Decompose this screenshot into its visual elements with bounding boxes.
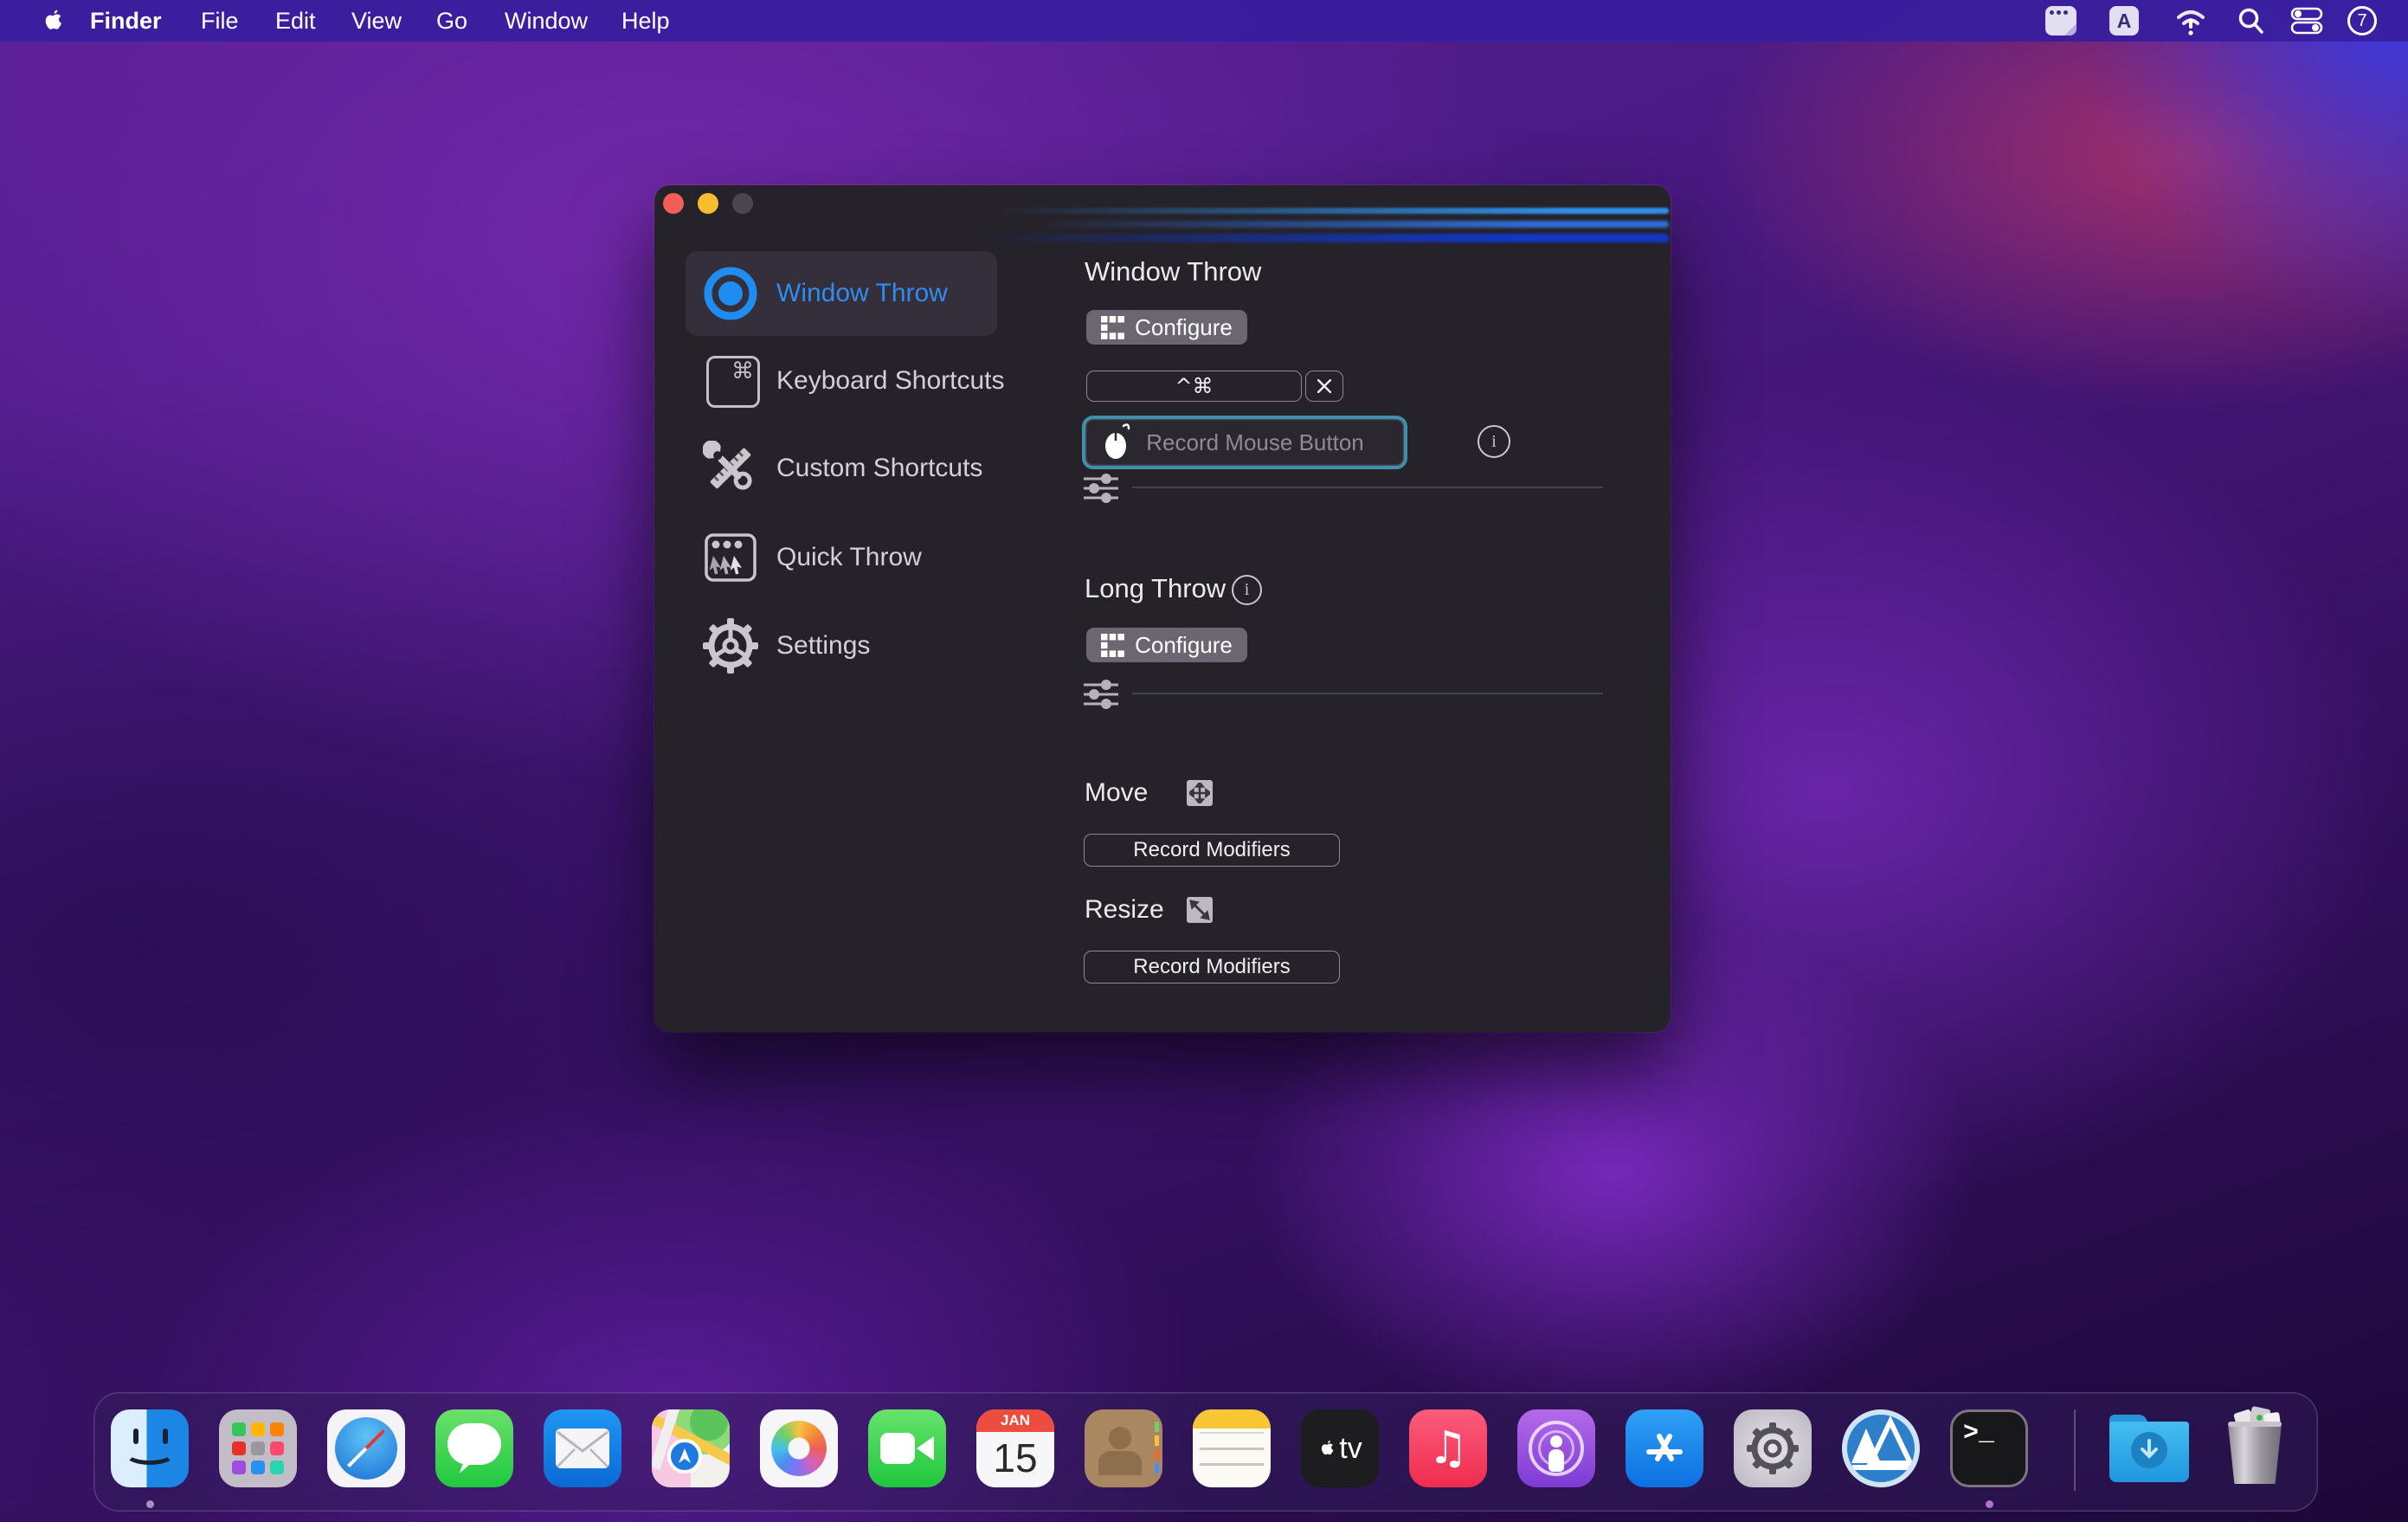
menubar-item-file[interactable]: File <box>201 0 239 42</box>
window-throw-icon <box>703 266 758 321</box>
menubar-item-window[interactable]: Window <box>505 0 588 42</box>
section-divider <box>1132 487 1603 488</box>
calendar-month: JAN <box>976 1409 1054 1432</box>
dock-system-preferences-icon[interactable] <box>1734 1409 1812 1487</box>
long-throw-info-icon[interactable]: i <box>1232 575 1262 605</box>
long-throw-options-icon[interactable] <box>1084 679 1118 710</box>
dock-facetime-icon[interactable] <box>868 1409 946 1487</box>
sidebar-label-window-throw[interactable]: Window Throw <box>776 266 948 321</box>
grid-icon <box>1101 316 1124 339</box>
dock-tv-icon[interactable]: tv <box>1301 1409 1379 1487</box>
long-throw-title: Long Throw <box>1085 573 1226 604</box>
quick-throw-icon <box>703 530 758 585</box>
menubar-item-go[interactable]: Go <box>436 0 467 42</box>
record-mouse-button-field[interactable]: Record Mouse Button <box>1082 416 1407 469</box>
terminal-running-indicator <box>1986 1500 1993 1508</box>
keyboard-shortcuts-icon: ⌘ <box>706 356 760 408</box>
app-menubar-icon[interactable] <box>2045 6 2076 35</box>
grid-icon <box>1101 634 1124 657</box>
calendar-day: 15 <box>976 1432 1054 1487</box>
long-throw-configure-button[interactable]: Configure <box>1086 628 1247 662</box>
resize-arrow-icon <box>1187 897 1213 923</box>
menubar-item-help[interactable]: Help <box>621 0 670 42</box>
clear-shortcut-button[interactable] <box>1305 371 1343 402</box>
sidebar-label-quick-throw[interactable]: Quick Throw <box>776 530 922 585</box>
tv-label: tv <box>1339 1432 1362 1466</box>
sidebar-label-custom-shortcuts[interactable]: Custom Shortcuts <box>776 441 982 496</box>
record-modifiers-label: Record Modifiers <box>1133 838 1290 862</box>
dock-trash-icon[interactable] <box>2216 1409 2294 1487</box>
titlebar-streak <box>992 208 1669 214</box>
menubar-app-name[interactable]: Finder <box>90 0 162 42</box>
dock-downloads-icon[interactable] <box>2106 1409 2192 1487</box>
minimize-button[interactable] <box>698 193 718 214</box>
mouse-icon <box>1103 423 1132 461</box>
window-throw-options-icon[interactable] <box>1084 473 1118 504</box>
dock-appstore-icon[interactable] <box>1626 1409 1703 1487</box>
dock-mail-icon[interactable] <box>544 1409 621 1487</box>
dock-launchpad-icon[interactable] <box>219 1409 297 1487</box>
section-divider <box>1132 693 1603 694</box>
dock-messages-icon[interactable] <box>435 1409 513 1487</box>
resize-record-modifiers-button[interactable]: Record Modifiers <box>1084 951 1340 983</box>
resize-label: Resize <box>1085 895 1164 925</box>
info-glyph: i <box>1491 432 1497 452</box>
dock-finder-icon[interactable] <box>111 1409 189 1487</box>
spotlight-search-icon[interactable] <box>2237 6 2264 35</box>
terminal-prompt: >_ <box>1963 1419 1994 1448</box>
titlebar-streak <box>1027 221 1669 228</box>
close-button[interactable] <box>663 193 684 214</box>
custom-shortcuts-icon <box>703 441 758 496</box>
zoom-button[interactable] <box>732 193 753 214</box>
move-arrows-icon <box>1187 780 1213 806</box>
info-glyph: i <box>1245 580 1250 600</box>
dock-notes-icon[interactable] <box>1193 1409 1271 1487</box>
dock-photos-icon[interactable] <box>760 1409 838 1487</box>
input-source-icon[interactable]: A <box>2109 6 2139 35</box>
sidebar-label-keyboard-shortcuts[interactable]: Keyboard Shortcuts <box>776 353 1004 409</box>
record-mouse-placeholder: Record Mouse Button <box>1132 429 1378 456</box>
shortcut-value: ^⌘ <box>1175 374 1213 398</box>
dock-window-throw-app-icon[interactable] <box>1842 1409 1920 1487</box>
dock-music-icon[interactable]: ♫ <box>1409 1409 1487 1487</box>
close-x-icon <box>1317 379 1331 393</box>
configure-label: Configure <box>1135 632 1233 659</box>
record-modifiers-label: Record Modifiers <box>1133 955 1290 979</box>
dock-separator <box>2074 1409 2076 1491</box>
sidebar-label-settings[interactable]: Settings <box>776 618 870 674</box>
timer-status-icon[interactable]: 7 <box>2347 6 2377 35</box>
configure-label: Configure <box>1135 314 1233 341</box>
dock-calendar-icon[interactable]: JAN 15 <box>976 1409 1054 1487</box>
keyboard-shortcut-field[interactable]: ^⌘ <box>1086 371 1302 402</box>
wifi-alert-icon[interactable] <box>2173 6 2208 35</box>
settings-gear-icon <box>703 618 758 674</box>
apple-menu-icon[interactable] <box>40 8 66 34</box>
dock-podcasts-icon[interactable] <box>1517 1409 1595 1487</box>
control-center-icon[interactable] <box>2290 6 2323 35</box>
finder-running-indicator <box>146 1500 154 1508</box>
move-record-modifiers-button[interactable]: Record Modifiers <box>1084 834 1340 867</box>
menubar-item-view[interactable]: View <box>351 0 402 42</box>
dock-safari-icon[interactable] <box>327 1409 405 1487</box>
window-throw-title: Window Throw <box>1085 256 1261 287</box>
dock-maps-icon[interactable] <box>652 1409 730 1487</box>
titlebar-streak <box>966 234 1669 242</box>
dock-contacts-icon[interactable] <box>1085 1409 1162 1487</box>
window-throw-info-icon[interactable]: i <box>1478 425 1510 458</box>
window-throw-configure-button[interactable]: Configure <box>1086 310 1247 345</box>
menu-bar: Finder File Edit View Go Window Help A 7 <box>0 0 2408 42</box>
move-label: Move <box>1085 778 1148 808</box>
menubar-item-edit[interactable]: Edit <box>275 0 316 42</box>
dock-terminal-icon[interactable]: >_ <box>1950 1409 2028 1487</box>
